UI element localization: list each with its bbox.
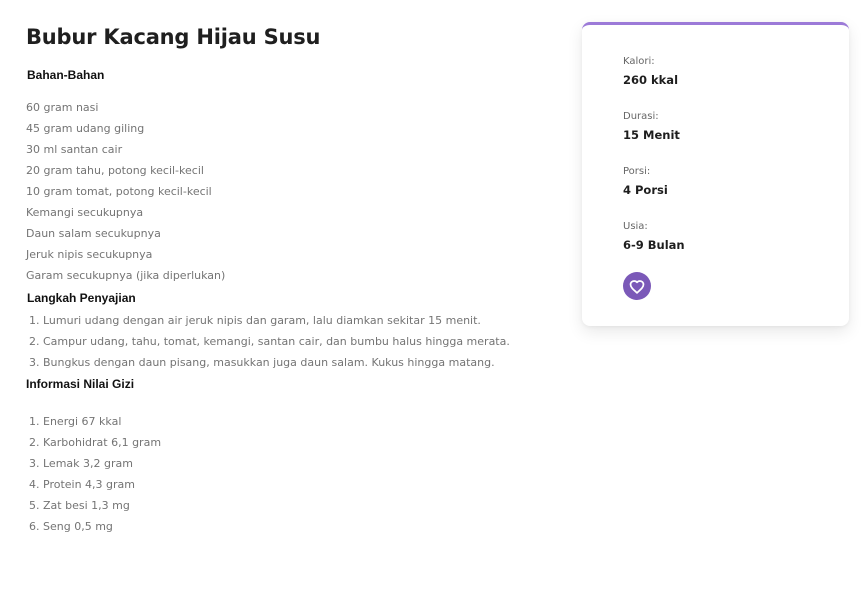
ingredient-item: 10 gram tomat, potong kecil-kecil <box>26 185 212 198</box>
step-text: Lumuri udang dengan air jeruk nipis dan … <box>43 314 481 327</box>
ingredients-heading: Bahan-Bahan <box>27 68 105 82</box>
nutrition-item: 4. Protein 4,3 gram <box>26 474 546 495</box>
recipe-title: Bubur Kacang Hijau Susu <box>26 25 321 49</box>
stat-label: Durasi: <box>623 111 659 122</box>
steps-heading: Langkah Penyajian <box>27 291 136 305</box>
nutrition-item: 3. Lemak 3,2 gram <box>26 453 546 474</box>
step-text: Bungkus dengan daun pisang, masukkan jug… <box>43 356 495 369</box>
steps-list: 1. Lumuri udang dengan air jeruk nipis da… <box>26 310 546 373</box>
stat-label: Porsi: <box>623 166 651 177</box>
ingredient-item: Garam secukupnya (jika diperlukan) <box>26 269 226 282</box>
ingredient-item: 60 gram nasi <box>26 101 99 114</box>
recipe-info-card: Kalori: 260 kkal Durasi: 15 Menit Porsi:… <box>582 22 849 326</box>
stat-label: Usia: <box>623 221 648 232</box>
step-number: 2. <box>29 335 40 348</box>
step-number: 1. <box>29 314 40 327</box>
ingredients-list: 60 gram nasi 45 gram udang giling 30 ml … <box>26 97 546 286</box>
nutrition-text: Zat besi 1,3 mg <box>43 499 130 512</box>
stat-age: Usia: 6-9 Bulan <box>623 220 685 275</box>
ingredient-item: 20 gram tahu, potong kecil-kecil <box>26 164 204 177</box>
stat-portion: Porsi: 4 Porsi <box>623 165 685 220</box>
ingredient-item: Kemangi secukupnya <box>26 206 144 219</box>
nutrition-text: Karbohidrat 6,1 gram <box>43 436 162 449</box>
favorite-button[interactable] <box>623 272 651 300</box>
ingredient-item: Jeruk nipis secukupnya <box>26 248 153 261</box>
nutrition-item: 2. Karbohidrat 6,1 gram <box>26 432 546 453</box>
step-item: 3. Bungkus dengan daun pisang, masukkan j… <box>26 352 546 373</box>
stat-value: 4 Porsi <box>623 183 668 197</box>
heart-icon <box>629 279 645 294</box>
nutrition-text: Protein 4,3 gram <box>43 478 136 491</box>
nutrition-item: 1. Energi 67 kkal <box>26 411 546 432</box>
step-number: 3. <box>29 356 40 369</box>
ingredient-item: 45 gram udang giling <box>26 122 145 135</box>
ingredient-item: Daun salam secukupnya <box>26 227 161 240</box>
step-text: Campur udang, tahu, tomat, kemangi, sant… <box>43 335 510 348</box>
stat-value: 15 Menit <box>623 128 680 142</box>
nutrition-heading: Informasi Nilai Gizi <box>26 377 135 391</box>
step-item: 1. Lumuri udang dengan air jeruk nipis da… <box>26 310 546 331</box>
nutrition-number: 5. <box>29 499 40 512</box>
step-item: 2. Campur udang, tahu, tomat, kemangi, sa… <box>26 331 546 352</box>
stat-label: Kalori: <box>623 56 655 67</box>
nutrition-number: 4. <box>29 478 40 491</box>
nutrition-number: 6. <box>29 520 40 533</box>
nutrition-number: 3. <box>29 457 40 470</box>
nutrition-item: 5. Zat besi 1,3 mg <box>26 495 546 516</box>
nutrition-text: Lemak 3,2 gram <box>43 457 133 470</box>
recipe-stats: Kalori: 260 kkal Durasi: 15 Menit Porsi:… <box>623 55 685 275</box>
nutrition-list: 1. Energi 67 kkal 2. Karbohidrat 6,1 gram … <box>26 411 546 537</box>
stat-value: 260 kkal <box>623 73 679 87</box>
stat-duration: Durasi: 15 Menit <box>623 110 685 165</box>
recipe-content: Bubur Kacang Hijau Susu Bahan-Bahan 60 g… <box>26 22 546 537</box>
nutrition-number: 1. <box>29 415 40 428</box>
nutrition-number: 2. <box>29 436 40 449</box>
nutrition-item: 6. Seng 0,5 mg <box>26 516 546 537</box>
nutrition-text: Seng 0,5 mg <box>43 520 113 533</box>
ingredient-item: 30 ml santan cair <box>26 143 123 156</box>
nutrition-text: Energi 67 kkal <box>43 415 122 428</box>
stat-calories: Kalori: 260 kkal <box>623 55 685 110</box>
stat-value: 6-9 Bulan <box>623 238 685 252</box>
